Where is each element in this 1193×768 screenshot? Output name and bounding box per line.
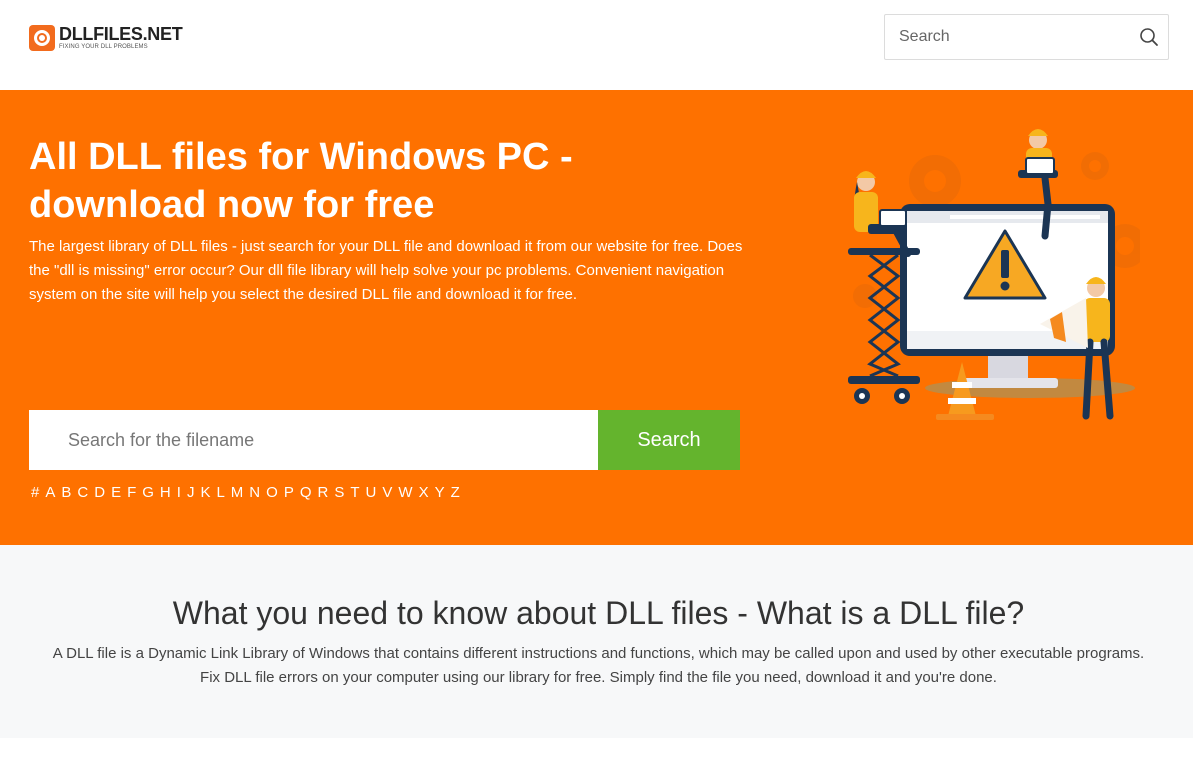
alphabet-letter-link[interactable]: H: [160, 484, 171, 501]
hero-description: The largest library of DLL files - just …: [29, 238, 743, 303]
alphabet-letter-link[interactable]: T: [350, 484, 359, 501]
alphabet-letter-link[interactable]: V: [382, 484, 392, 501]
dllfiles-logo-icon: [29, 25, 55, 51]
alphabet-letter-link[interactable]: C: [77, 484, 88, 501]
alphabet-letter-link[interactable]: S: [334, 484, 344, 501]
alphabet-letter-link[interactable]: X: [419, 484, 429, 501]
search-icon[interactable]: [1138, 26, 1160, 48]
search-button[interactable]: Search: [598, 410, 740, 470]
hero-section: All DLL files for Windows PC - download …: [0, 90, 1193, 545]
alphabet-letter-link[interactable]: U: [366, 484, 377, 501]
alphabet-letter-link[interactable]: O: [266, 484, 278, 501]
alphabet-letter-link[interactable]: M: [231, 484, 244, 501]
site-header: DLLFILES.NET FIXING YOUR DLL PROBLEMS: [0, 0, 1193, 90]
about-dll-heading: What you need to know about DLL files - …: [172, 595, 1025, 631]
logo-name: DLLFILES.NET: [59, 24, 183, 44]
alphabet-letter-link[interactable]: A: [45, 484, 55, 501]
alphabet-letter-link[interactable]: F: [127, 484, 136, 501]
alphabet-letter-link[interactable]: I: [177, 484, 181, 501]
workers-fixing-computer-warning-illustration: [848, 129, 1140, 420]
alphabet-letter-link[interactable]: D: [94, 484, 105, 501]
alphabet-letter-link[interactable]: Y: [435, 484, 445, 501]
alphabet-letter-link[interactable]: #: [31, 484, 39, 501]
alphabet-letter-link[interactable]: G: [142, 484, 154, 501]
header-search-input[interactable]: [885, 15, 1125, 59]
main-search-form: Search: [29, 410, 740, 470]
logo-tagline: FIXING YOUR DLL PROBLEMS: [59, 44, 148, 50]
alphabet-letter-link[interactable]: B: [61, 484, 71, 501]
alphabet-letter-link[interactable]: W: [398, 484, 412, 501]
alphabet-letter-link[interactable]: J: [187, 484, 195, 501]
alphabet-letter-link[interactable]: Z: [451, 484, 460, 501]
alphabet-navigation: # A B C D E F G H I J K L M N O P Q R S T U V W X Y Z: [31, 484, 466, 501]
about-dll-section: What you need to know about DLL files - …: [0, 545, 1193, 738]
alphabet-letter-link[interactable]: P: [284, 484, 294, 501]
alphabet-letter-link[interactable]: N: [249, 484, 260, 501]
filename-search-input[interactable]: [29, 410, 598, 470]
alphabet-letter-link[interactable]: K: [200, 484, 210, 501]
hero-title: All DLL files for Windows PC - download …: [29, 136, 573, 226]
alphabet-letter-link[interactable]: L: [216, 484, 224, 501]
alphabet-letter-link[interactable]: R: [318, 484, 329, 501]
header-search: [884, 14, 1169, 60]
alphabet-letter-link[interactable]: Q: [300, 484, 312, 501]
alphabet-letter-link[interactable]: E: [111, 484, 121, 501]
about-dll-text: A DLL file is a Dynamic Link Library of …: [52, 645, 1145, 686]
site-logo[interactable]: DLLFILES.NET FIXING YOUR DLL PROBLEMS: [29, 24, 183, 51]
